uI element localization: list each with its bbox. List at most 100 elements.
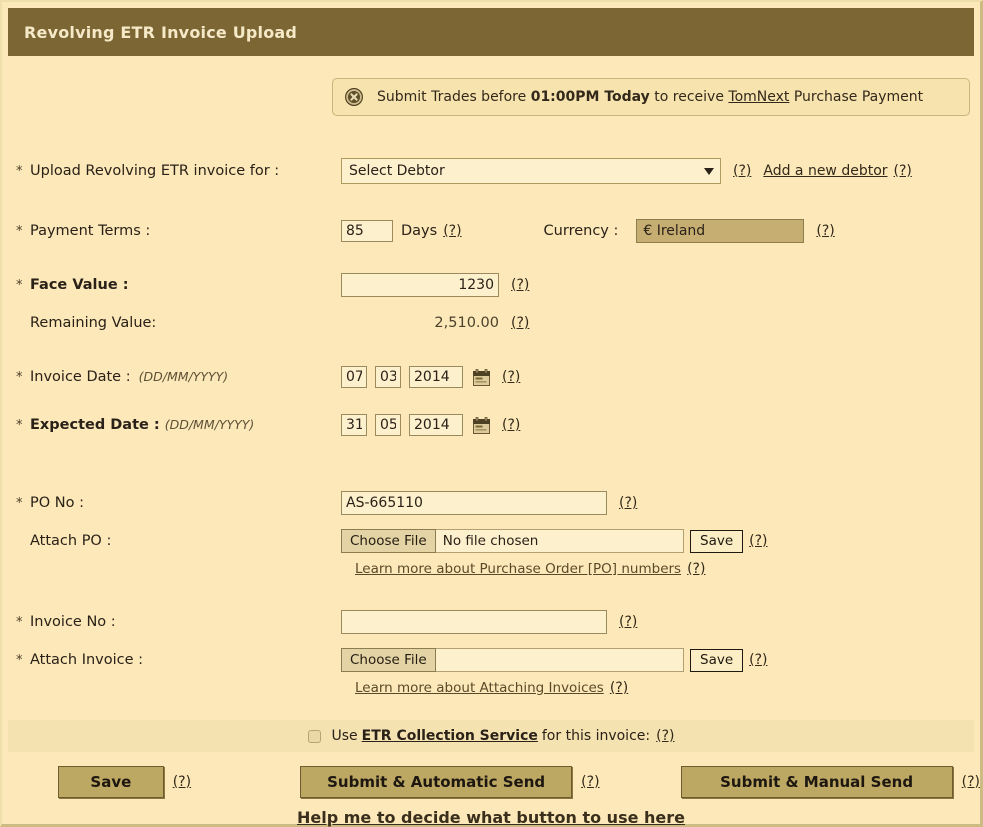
debtor-select[interactable]: Select Debtor [341, 158, 721, 184]
add-new-debtor-help-icon[interactable]: (?) [894, 163, 912, 179]
window-title-bar: Revolving ETR Invoice Upload [8, 8, 974, 56]
calendar-icon[interactable] [473, 416, 490, 434]
debtor-label: Upload Revolving ETR invoice for : [30, 163, 280, 179]
po-learn-more-help-icon[interactable]: (?) [687, 561, 705, 577]
invoice-date-label-cell: * Invoice Date : (DD/MM/YYYY) [16, 369, 341, 385]
attach-po-file-input[interactable]: Choose File No file chosen [341, 529, 684, 553]
etr-text-before: Use [331, 728, 358, 744]
expected-date-day[interactable] [341, 414, 367, 436]
form-body: Submit Trades before 01:00PM Today to re… [2, 56, 980, 827]
attach-invoice-choose-file-button[interactable]: Choose File [341, 648, 436, 672]
invoice-learn-more-help-icon[interactable]: (?) [610, 680, 628, 696]
page-title: Revolving ETR Invoice Upload [24, 22, 298, 42]
invoice-date-month[interactable] [375, 366, 401, 388]
remaining-value-label-cell: * Remaining Value: [16, 315, 341, 331]
invoice-date-year[interactable] [409, 366, 463, 388]
notice-deadline: 01:00PM Today [530, 89, 650, 105]
submit-automatic-help-icon[interactable]: (?) [581, 774, 599, 790]
attach-invoice-label: Attach Invoice : [30, 652, 144, 668]
face-value-help-icon[interactable]: (?) [511, 277, 529, 293]
face-value-input[interactable] [341, 273, 499, 297]
row-debtor: * Upload Revolving ETR invoice for : Sel… [16, 156, 980, 186]
invoice-learn-more-link[interactable]: Learn more about Attaching Invoices [355, 680, 604, 696]
attach-invoice-learn-row: Learn more about Attaching Invoices (?) [16, 680, 980, 696]
invoice-no-input[interactable] [341, 610, 607, 634]
row-invoice-no: * Invoice No : (?) [16, 607, 980, 637]
po-no-fields: (?) [341, 491, 637, 515]
notice-text-after: Purchase Payment [789, 89, 924, 105]
save-button[interactable]: Save [58, 766, 164, 798]
payment-terms-label: Payment Terms : [30, 223, 151, 239]
save-button-help-icon[interactable]: (?) [173, 774, 191, 790]
invoice-no-label: Invoice No : [30, 614, 116, 630]
remaining-value-help-icon[interactable]: (?) [511, 315, 529, 331]
expected-date-help-icon[interactable]: (?) [502, 417, 520, 433]
invoice-no-fields: (?) [341, 610, 637, 634]
attach-po-save-button[interactable]: Save [690, 529, 744, 553]
etr-collection-service-link[interactable]: ETR Collection Service [362, 728, 538, 744]
row-po-no: * PO No : (?) [16, 488, 980, 518]
attach-invoice-help-icon[interactable]: (?) [749, 652, 767, 668]
attach-invoice-label-cell: * Attach Invoice : [16, 652, 341, 668]
attach-invoice-file-input[interactable]: Choose File [341, 648, 684, 672]
payment-terms-fields: Days (?) Currency : € Ireland (?) [341, 219, 835, 243]
expected-date-label: Expected Date : [30, 417, 160, 433]
currency-field: € Ireland [636, 219, 805, 243]
attach-invoice-fields: Choose File Save (?) [341, 648, 768, 672]
form-fields: * Upload Revolving ETR invoice for : Sel… [2, 138, 980, 720]
attach-po-help-icon[interactable]: (?) [749, 533, 767, 549]
invoice-date-day[interactable] [341, 366, 367, 388]
error-circle-x-icon [345, 88, 363, 106]
submit-manual-help-icon[interactable]: (?) [962, 774, 980, 790]
attach-po-label: Attach PO : [30, 533, 112, 549]
calendar-icon[interactable] [473, 368, 490, 386]
expected-date-year[interactable] [409, 414, 463, 436]
submit-automatic-send-button[interactable]: Submit & Automatic Send [300, 766, 573, 798]
po-no-label: PO No : [30, 495, 84, 511]
attach-invoice-save-button[interactable]: Save [690, 648, 744, 672]
etr-text-after: for this invoice: [541, 728, 651, 744]
remaining-value-amount: 2,510.00 [434, 315, 499, 331]
debtor-selected-value: Select Debtor [349, 163, 445, 179]
etr-collection-help-icon[interactable]: (?) [656, 728, 674, 744]
debtor-fields: Select Debtor (?) Add a new debtor (?) [341, 158, 912, 184]
po-no-help-icon[interactable]: (?) [619, 495, 637, 511]
remaining-value-label: Remaining Value: [30, 315, 157, 331]
required-asterisk: * [16, 615, 23, 630]
required-asterisk: * [16, 278, 23, 293]
required-asterisk: * [16, 496, 23, 511]
add-new-debtor-link[interactable]: Add a new debtor [763, 163, 887, 179]
expected-date-fields: (?) [341, 414, 520, 436]
face-value-label: Face Value : [30, 277, 129, 293]
payment-terms-label-cell: * Payment Terms : [16, 223, 341, 239]
po-no-label-cell: * PO No : [16, 495, 341, 511]
currency-label: Currency : [543, 223, 619, 239]
expected-date-month[interactable] [375, 414, 401, 436]
remaining-value-fields: 2,510.00 (?) [341, 315, 529, 331]
tomnext-link[interactable]: TomNext [728, 89, 789, 105]
invoice-no-help-icon[interactable]: (?) [619, 614, 637, 630]
action-button-row: Save (?) Submit & Automatic Send (?) Sub… [2, 766, 980, 798]
row-expected-date: * Expected Date : (DD/MM/YYYY) 31 05 201… [16, 410, 980, 440]
payment-terms-help-icon[interactable]: (?) [443, 223, 461, 239]
face-value-fields: (?) [341, 273, 529, 297]
invoice-upload-page: Revolving ETR Invoice Upload Submit Trad… [0, 0, 983, 827]
payment-terms-unit: Days [401, 223, 438, 239]
decide-help-row: Help me to decide what button to use her… [2, 808, 980, 827]
help-decide-button-link[interactable]: Help me to decide what button to use her… [297, 808, 685, 827]
required-asterisk: * [16, 164, 23, 179]
currency-help-icon[interactable]: (?) [816, 223, 834, 239]
invoice-date-help-icon[interactable]: (?) [502, 369, 520, 385]
attach-po-file-name: No file chosen [442, 533, 539, 549]
etr-collection-bar: Use ETR Collection Service for this invo… [8, 720, 974, 752]
submit-manual-send-button[interactable]: Submit & Manual Send [680, 766, 953, 798]
payment-terms-input[interactable] [341, 220, 393, 242]
etr-collection-checkbox[interactable] [307, 729, 321, 743]
attach-po-choose-file-button[interactable]: Choose File [341, 529, 436, 553]
debtor-help-icon[interactable]: (?) [733, 163, 751, 179]
row-payment-terms: * Payment Terms : Days (?) Currency : € … [16, 216, 980, 246]
expected-date-format: (DD/MM/YYYY) [164, 417, 255, 432]
po-no-input[interactable] [341, 491, 607, 515]
po-learn-more-link[interactable]: Learn more about Purchase Order [PO] num… [355, 561, 681, 577]
invoice-date-format: (DD/MM/YYYY) [138, 369, 229, 384]
